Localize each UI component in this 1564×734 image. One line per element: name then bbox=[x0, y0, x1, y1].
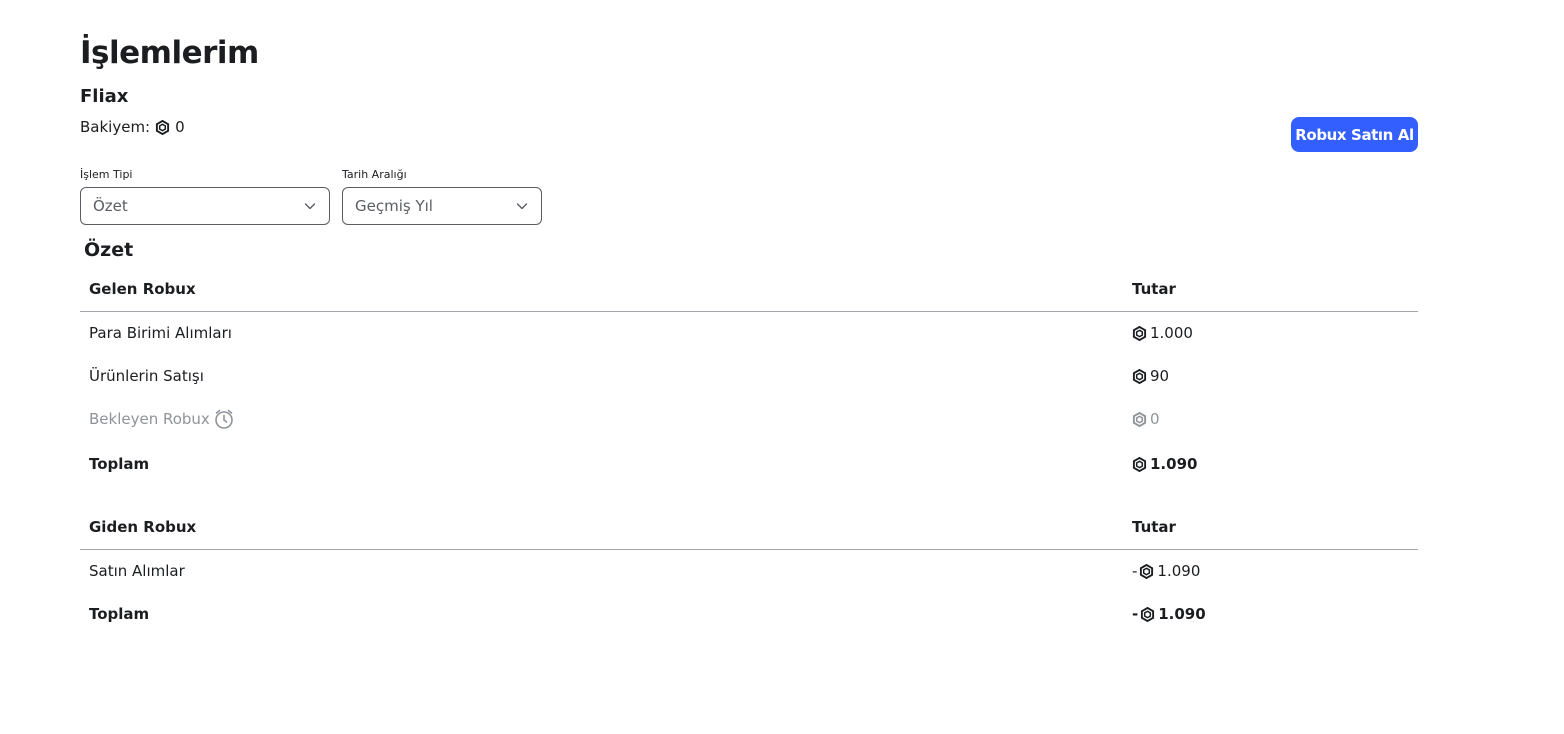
robux-icon bbox=[1132, 326, 1147, 341]
robux-icon bbox=[1132, 369, 1147, 384]
table-row: Satın Alımlar - 1.090 bbox=[80, 550, 1418, 593]
transaction-type-label: İşlem Tipi bbox=[80, 168, 133, 181]
summary-title: Özet bbox=[84, 239, 134, 261]
date-range-select[interactable]: Geçmiş Yıl bbox=[342, 187, 542, 225]
row-label: Para Birimi Alımları bbox=[89, 324, 232, 342]
amount-header: Tutar bbox=[1132, 280, 1176, 298]
negative-sign: - bbox=[1132, 562, 1138, 580]
chevron-down-icon bbox=[515, 199, 529, 213]
balance-value: 0 bbox=[175, 118, 185, 136]
total-label: Toplam bbox=[89, 455, 150, 473]
row-label: Satın Alımlar bbox=[89, 562, 185, 580]
amount-value: 1.090 bbox=[1158, 605, 1206, 623]
date-range-filter: Tarih Aralığı Geçmiş Yıl bbox=[342, 168, 542, 225]
outgoing-robux-table: Giden Robux Tutar Satın Alımlar - 1.090 … bbox=[80, 505, 1418, 636]
table-header: Gelen Robux Tutar bbox=[80, 267, 1418, 312]
table-row: Ürünlerin Satışı 90 bbox=[80, 355, 1418, 398]
row-amount: 90 bbox=[1132, 355, 1169, 398]
transactions-page: İşlemlerim Fliax Bakiyem: 0 Robux Satın … bbox=[0, 0, 1564, 734]
robux-icon bbox=[1132, 456, 1147, 472]
amount-value: 1.000 bbox=[1150, 324, 1193, 342]
outgoing-header: Giden Robux bbox=[89, 518, 197, 536]
total-amount: 1.090 bbox=[1132, 441, 1197, 487]
robux-icon bbox=[1140, 607, 1155, 622]
date-range-label: Tarih Aralığı bbox=[342, 168, 407, 181]
robux-icon bbox=[155, 119, 170, 135]
row-label: Ürünlerin Satışı bbox=[89, 367, 204, 385]
chevron-down-icon bbox=[303, 199, 317, 213]
pending-label: Bekleyen Robux bbox=[89, 410, 210, 428]
transaction-type-filter: İşlem Tipi Özet bbox=[80, 168, 330, 225]
amount-value: 1.090 bbox=[1157, 562, 1201, 580]
incoming-header: Gelen Robux bbox=[89, 280, 196, 298]
robux-icon bbox=[1139, 564, 1154, 579]
row-label: Bekleyen Robux bbox=[89, 398, 235, 441]
total-row: Toplam 1.090 bbox=[80, 441, 1418, 487]
balance: Bakiyem: 0 bbox=[80, 117, 185, 137]
buy-robux-button[interactable]: Robux Satın Al bbox=[1291, 117, 1418, 152]
page-title: İşlemlerim bbox=[80, 35, 259, 71]
robux-icon bbox=[1132, 412, 1147, 427]
row-amount: 1.000 bbox=[1132, 312, 1193, 355]
date-range-value: Geçmiş Yıl bbox=[355, 197, 433, 215]
balance-label: Bakiyem: bbox=[80, 118, 151, 136]
clock-icon[interactable] bbox=[213, 408, 235, 430]
total-label: Toplam bbox=[89, 605, 150, 623]
transaction-type-select[interactable]: Özet bbox=[80, 187, 330, 225]
incoming-robux-table: Gelen Robux Tutar Para Birimi Alımları 1… bbox=[80, 267, 1418, 487]
amount-value: 90 bbox=[1150, 367, 1170, 385]
total-amount: - 1.090 bbox=[1132, 593, 1206, 636]
amount-value: 0 bbox=[1150, 410, 1160, 428]
username: Fliax bbox=[80, 86, 129, 107]
table-row: Bekleyen Robux 0 bbox=[80, 398, 1418, 441]
transaction-type-value: Özet bbox=[93, 197, 128, 215]
row-amount: - 1.090 bbox=[1132, 550, 1200, 593]
total-row: Toplam - 1.090 bbox=[80, 593, 1418, 636]
table-row: Para Birimi Alımları 1.000 bbox=[80, 312, 1418, 355]
row-amount: 0 bbox=[1132, 398, 1160, 441]
amount-header: Tutar bbox=[1132, 518, 1176, 536]
table-header: Giden Robux Tutar bbox=[80, 505, 1418, 550]
negative-sign: - bbox=[1132, 605, 1139, 623]
amount-value: 1.090 bbox=[1150, 454, 1198, 473]
